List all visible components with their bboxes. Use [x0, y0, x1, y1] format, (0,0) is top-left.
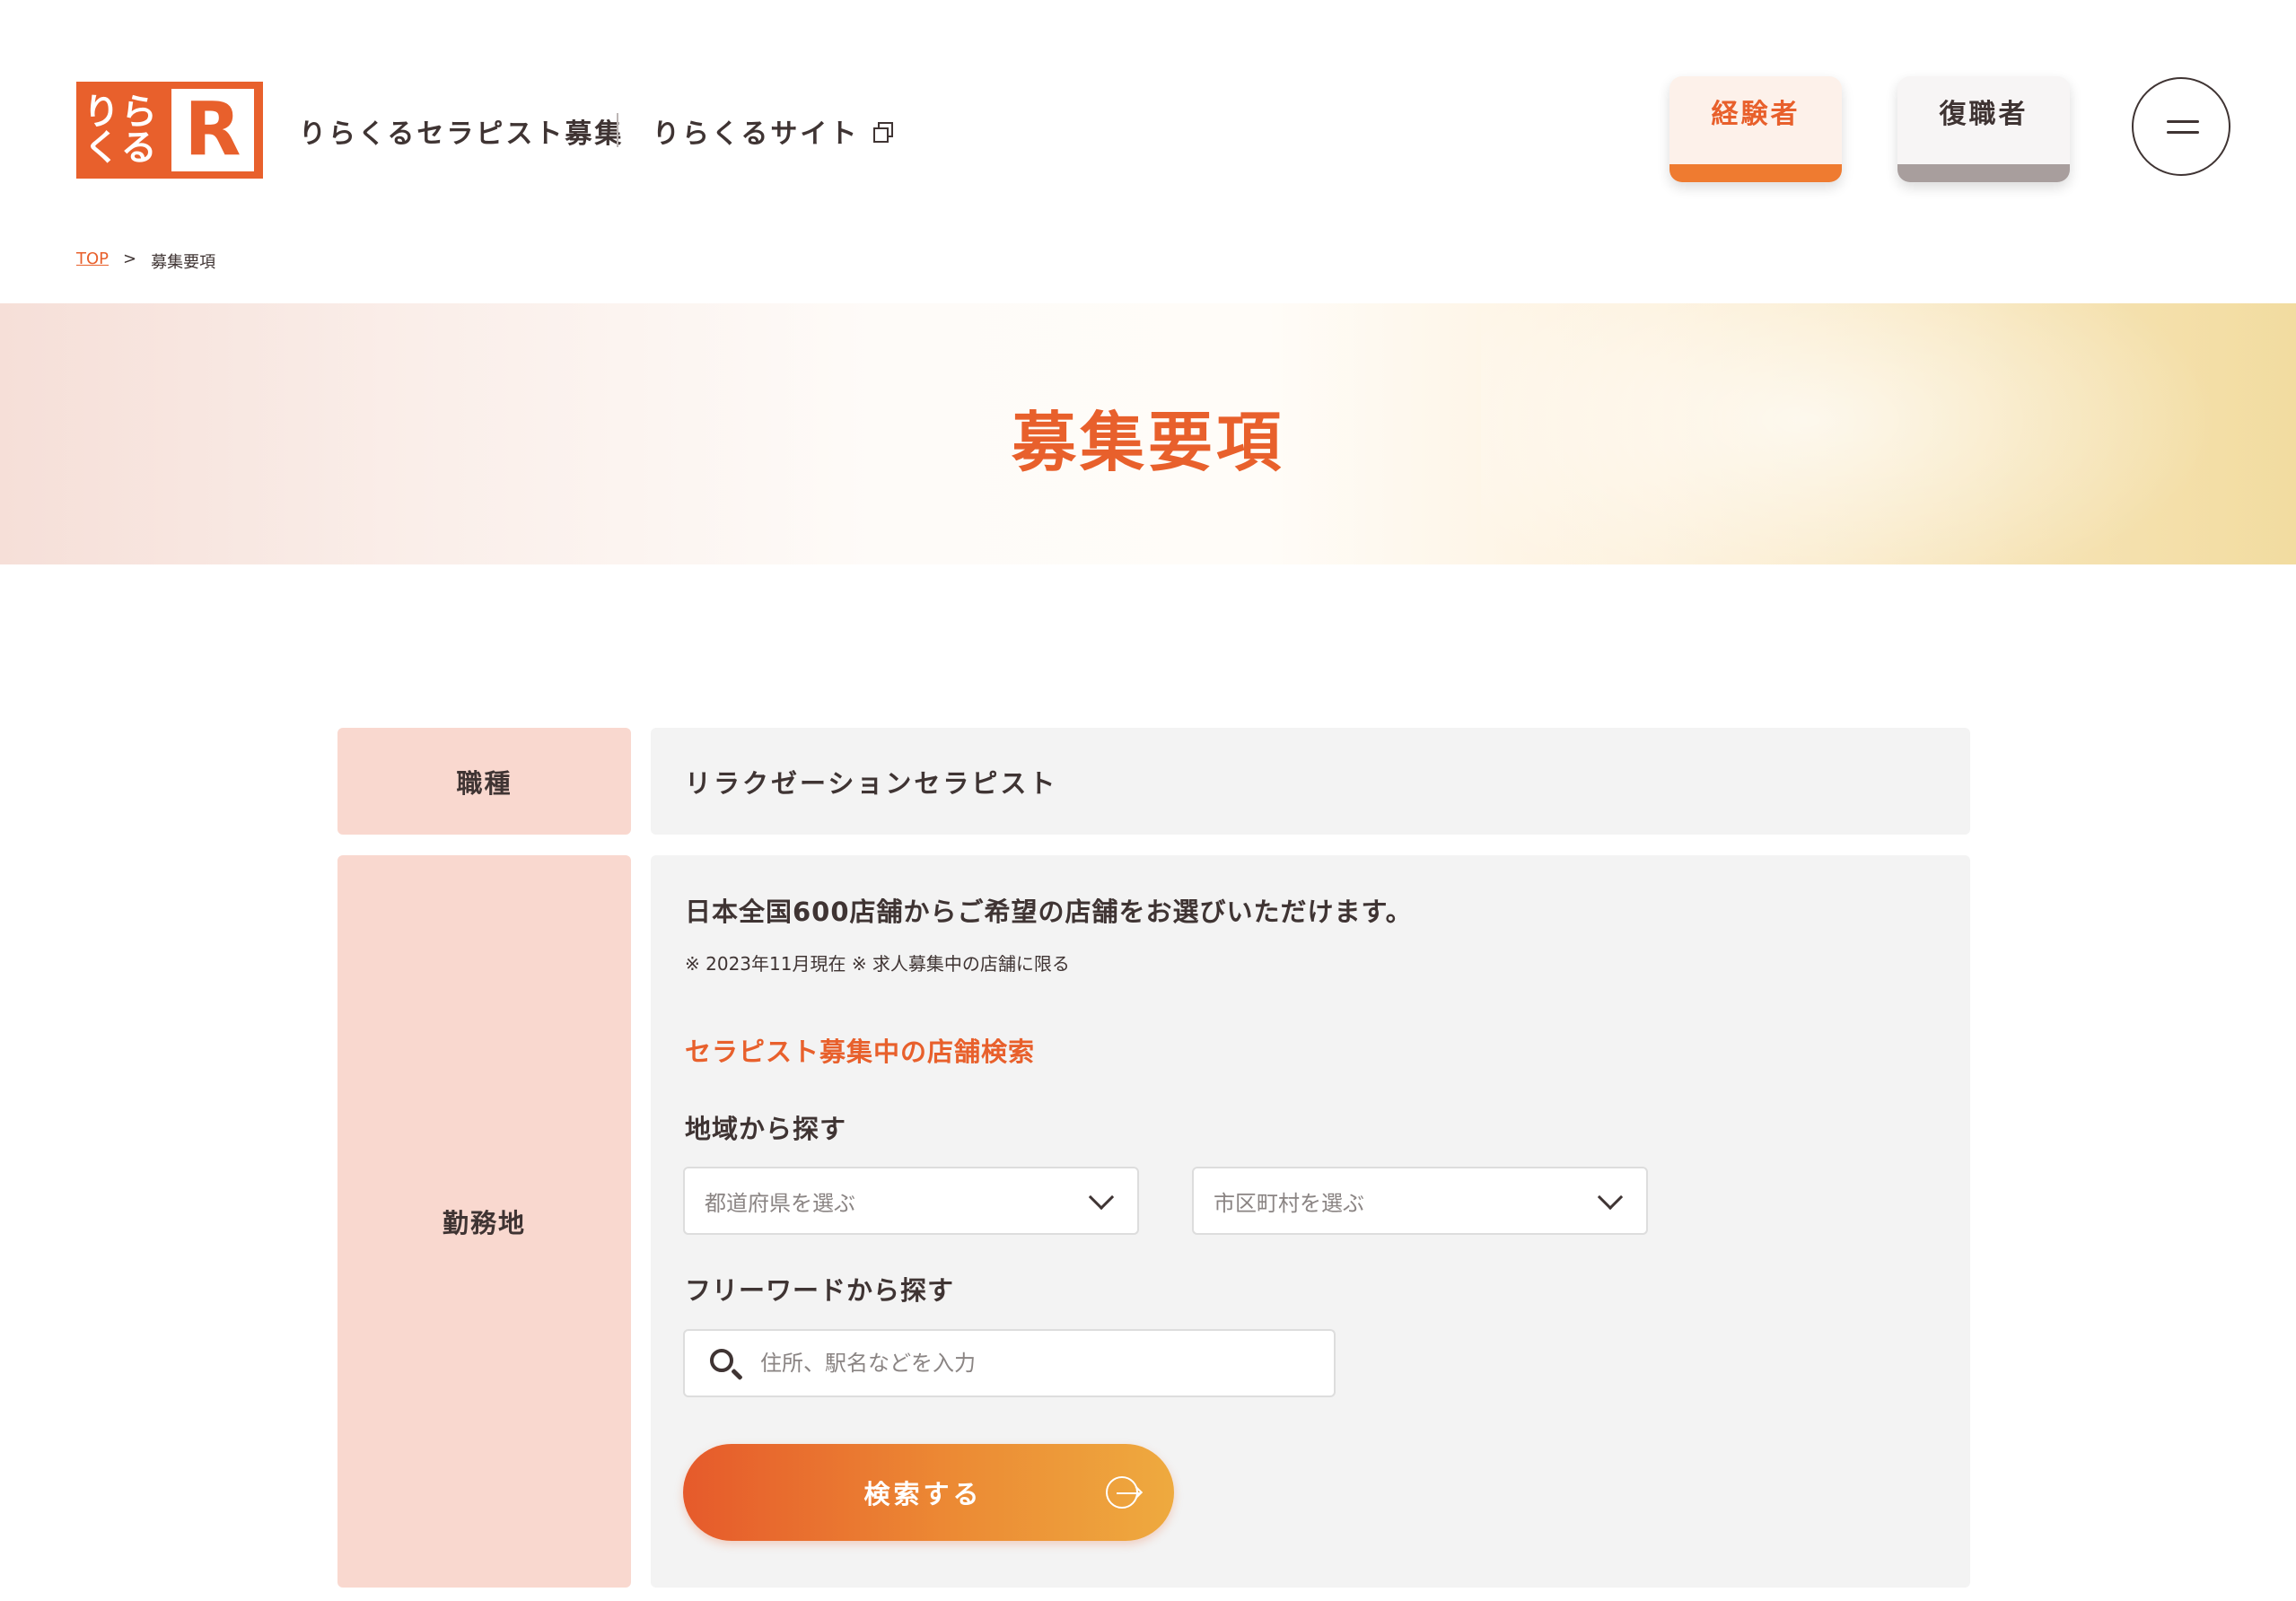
- search-icon: [710, 1349, 733, 1372]
- page-title: 募集要項: [1011, 405, 1284, 480]
- external-link-icon: [873, 122, 894, 143]
- chevron-down-icon: [1597, 1184, 1624, 1211]
- hamburger-icon[interactable]: [2132, 77, 2230, 176]
- freeword-input[interactable]: [760, 1331, 1317, 1395]
- area-search-heading: 地域から探す: [685, 1114, 847, 1144]
- chevron-down-icon: [1088, 1184, 1115, 1211]
- returning-button-label: 復職者: [1939, 99, 2029, 130]
- location-panel: 日本全国600店舗からご希望の店舗をお選びいただけます。 ※ 2023年11月現…: [651, 855, 1970, 1588]
- search-button[interactable]: 検索する: [683, 1444, 1174, 1541]
- breadcrumb-current: 募集要項: [151, 253, 216, 272]
- logo-r-box: R: [171, 89, 254, 171]
- prefecture-select-value: 都道府県を選ぶ: [705, 1190, 855, 1216]
- experienced-button-label: 経験者: [1711, 99, 1801, 130]
- returning-button[interactable]: 復職者: [1897, 76, 2070, 182]
- breadcrumb: TOP > 募集要項: [76, 249, 215, 273]
- freeword-search-heading: フリーワードから探す: [685, 1275, 955, 1306]
- logo-kana-line2: くる: [83, 127, 159, 169]
- relax-site-link[interactable]: りらくるサイト: [653, 111, 894, 151]
- relax-site-link-label: りらくるサイト: [653, 118, 860, 150]
- location-note: ※ 2023年11月現在 ※ 求人募集中の店舗に限る: [685, 953, 1070, 975]
- store-search-heading: セラピスト募集中の店舗検索: [685, 1037, 1036, 1067]
- menu-line: [2167, 131, 2199, 134]
- logo-kana-line1: りら: [83, 92, 159, 133]
- job-type-value: リラクゼーションセラピスト: [651, 728, 1970, 835]
- relax-logo[interactable]: りら くる R: [76, 82, 263, 179]
- site-header: りら くる R りらくるセラピスト募集 りらくるサイト 経験者 復職者: [0, 0, 2296, 224]
- prefecture-select[interactable]: 都道府県を選ぶ: [683, 1167, 1139, 1235]
- logo-r-letter: R: [184, 87, 241, 172]
- job-type-label: 職種: [337, 728, 631, 835]
- breadcrumb-separator: >: [123, 249, 137, 268]
- header-divider: [617, 113, 618, 147]
- hero-banner: 募集要項: [0, 303, 2296, 564]
- breadcrumb-top-link[interactable]: TOP: [76, 249, 109, 273]
- search-button-label: 検索する: [863, 1479, 983, 1509]
- experienced-button[interactable]: 経験者: [1669, 76, 1842, 182]
- logo-kana: りら くる: [76, 82, 166, 179]
- menu-line: [2167, 120, 2199, 123]
- location-lead: 日本全国600店舗からご希望の店舗をお選びいただけます。: [685, 897, 1413, 927]
- site-title[interactable]: りらくるセラピスト募集: [299, 111, 624, 151]
- city-select[interactable]: 市区町村を選ぶ: [1192, 1167, 1648, 1235]
- freeword-field[interactable]: [683, 1329, 1336, 1397]
- city-select-value: 市区町村を選ぶ: [1214, 1190, 1364, 1216]
- location-label: 勤務地: [337, 855, 631, 1588]
- arrow-right-icon: [1106, 1476, 1140, 1509]
